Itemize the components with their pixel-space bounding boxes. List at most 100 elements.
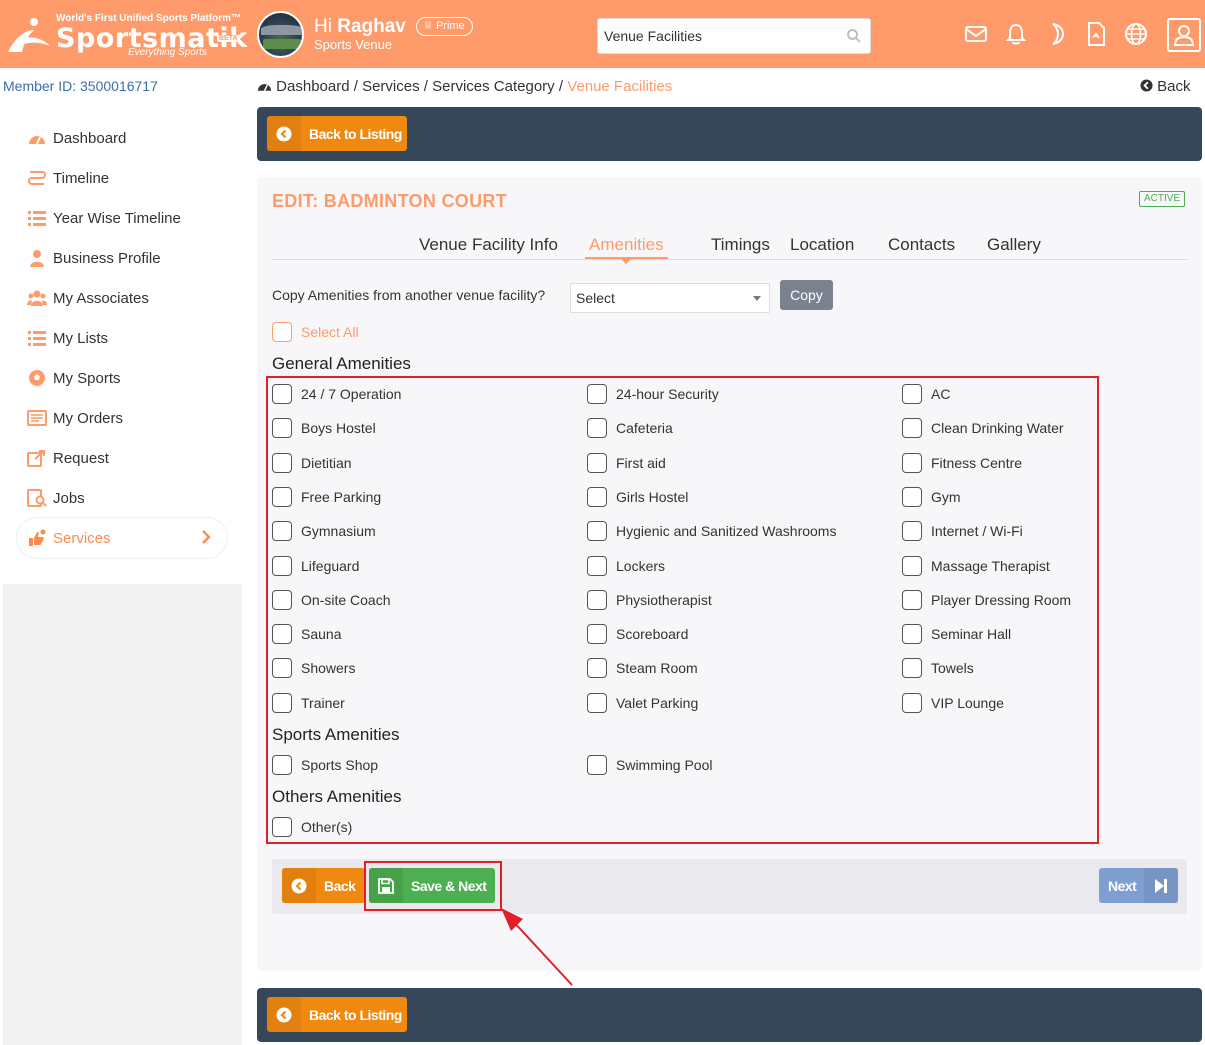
sidebar-item-request[interactable]: Request	[27, 446, 109, 470]
back-to-listing-button[interactable]: Back to Listing	[267, 997, 407, 1032]
sidebar-item-my-lists[interactable]: My Lists	[27, 326, 108, 350]
listing-bar-bottom: Back to Listing	[257, 988, 1202, 1042]
sidebar-item-label: Services	[53, 529, 111, 547]
circle-arrow-left-icon	[282, 868, 316, 903]
save-next-button[interactable]: Save & Next	[369, 868, 495, 903]
action-bar: Back Save & Next Next	[272, 859, 1187, 914]
sidebar-item-label: My Orders	[53, 409, 124, 427]
sidebar-item-label: Jobs	[53, 489, 85, 507]
save-icon	[369, 868, 403, 903]
listing-bar-top: Back to Listing	[257, 107, 1202, 161]
jobs-icon	[27, 489, 47, 507]
sidebar-item-label: Request	[53, 449, 109, 467]
sportsmatik-logo[interactable]: World's First Unified Sports Platform™ S…	[4, 10, 247, 60]
breadcrumb-dashboard[interactable]: Dashboard	[276, 78, 349, 95]
tab-bar: Venue Facility Info Amenities Timings Lo…	[272, 232, 1187, 264]
back-link-label: Back	[1157, 78, 1191, 95]
save-next-label: Save & Next	[411, 877, 487, 894]
tab-label: Venue Facility Info	[419, 235, 558, 254]
tab-location[interactable]: Location	[790, 235, 854, 255]
circle-arrow-left-icon	[267, 116, 301, 151]
sidebar-menu: Dashboard Timeline Year Wise Timeline Bu…	[3, 104, 242, 584]
tab-amenities[interactable]: Amenities	[585, 235, 668, 264]
top-header: World's First Unified Sports Platform™ S…	[0, 0, 1205, 68]
breadcrumb-current: Venue Facilities	[567, 78, 673, 95]
chevron-right-icon	[202, 530, 211, 544]
search-icon[interactable]	[846, 28, 862, 44]
search-input[interactable]	[598, 19, 838, 53]
pdf-icon[interactable]	[1083, 21, 1109, 47]
sidebar-item-my-sports[interactable]: My Sports	[27, 366, 121, 390]
annotation-arrow	[501, 908, 573, 986]
next-button[interactable]: Next	[1099, 868, 1178, 903]
back-button[interactable]: Back	[282, 868, 365, 903]
moon-icon[interactable]	[1043, 21, 1069, 47]
mail-icon[interactable]	[963, 21, 989, 47]
sidebar-item-dashboard[interactable]: Dashboard	[27, 126, 126, 150]
select-all-checkbox[interactable]	[272, 322, 292, 342]
select-all-label[interactable]: Select All	[301, 324, 359, 340]
brand-subtitle: Everything Sports	[128, 47, 207, 58]
tab-timings[interactable]: Timings	[711, 235, 770, 255]
circle-arrow-left-icon	[1140, 79, 1153, 92]
person-icon	[30, 250, 44, 267]
member-id: Member ID: 3500016717	[3, 78, 158, 94]
sidebar-item-my-associates[interactable]: My Associates	[27, 286, 149, 310]
bell-icon[interactable]	[1003, 21, 1029, 47]
sidebar-item-label: My Lists	[53, 329, 109, 347]
list-icon	[28, 331, 46, 346]
dashboard-icon	[257, 84, 272, 92]
sidebar-item-timeline[interactable]: Timeline	[27, 166, 109, 190]
general-amenities-heading: General Amenities	[272, 354, 411, 373]
dashboard-icon	[29, 136, 45, 145]
tab-gallery[interactable]: Gallery	[987, 235, 1041, 255]
breadcrumb-separator: /	[558, 78, 564, 95]
breadcrumb: Dashboard / Services / Services Category…	[257, 78, 672, 95]
copy-amenities-label: Copy Amenities from another venue facili…	[272, 287, 546, 303]
user-menu-button[interactable]	[1167, 18, 1201, 52]
next-button-label: Next	[1108, 877, 1137, 894]
sidebar-item-services[interactable]: Services	[17, 518, 227, 558]
request-icon	[27, 450, 45, 467]
sidebar: Dashboard Timeline Year Wise Timeline Bu…	[3, 104, 242, 1045]
tab-label: Contacts	[888, 235, 956, 254]
sidebar-item-label: My Associates	[53, 289, 149, 307]
copy-button[interactable]: Copy	[780, 280, 833, 310]
copy-facility-select[interactable]: Select	[570, 283, 770, 313]
tab-label: Amenities	[589, 235, 664, 254]
sidebar-item-year-wise-timeline[interactable]: Year Wise Timeline	[27, 206, 181, 230]
tab-contacts[interactable]: Contacts	[888, 235, 955, 255]
step-forward-icon	[1144, 868, 1178, 903]
back-button-label: Back	[324, 877, 356, 894]
edit-card: EDIT: BADMINTON COURT ACTIVE Venue Facil…	[257, 177, 1202, 971]
sidebar-item-label: My Sports	[53, 369, 121, 387]
prime-label: Prime	[435, 20, 465, 32]
tab-label: Location	[790, 235, 855, 254]
crown-icon: ♕	[423, 20, 433, 32]
logo-mark-icon	[8, 18, 50, 52]
sidebar-item-jobs[interactable]: Jobs	[27, 486, 85, 510]
services-icon	[29, 529, 46, 546]
highlight-box	[266, 376, 1099, 844]
sidebar-item-label: Business Profile	[53, 249, 161, 267]
breadcrumb-services[interactable]: Services	[362, 78, 420, 95]
ball-icon	[29, 370, 45, 386]
page-title: EDIT: BADMINTON COURT	[272, 191, 507, 211]
breadcrumb-services-category[interactable]: Services Category	[432, 78, 555, 95]
timeline-icon	[28, 171, 46, 185]
greeting-prefix: Hi	[314, 16, 332, 37]
sidebar-item-my-orders[interactable]: My Orders	[27, 406, 123, 430]
back-to-listing-button[interactable]: Back to Listing	[267, 116, 407, 151]
search-box	[597, 18, 871, 54]
circle-arrow-left-icon	[267, 997, 301, 1032]
user-name: Raghav	[337, 16, 406, 37]
avatar[interactable]	[257, 11, 304, 58]
chevron-down-icon	[753, 296, 761, 301]
tab-venue-facility-info[interactable]: Venue Facility Info	[419, 235, 558, 255]
sidebar-item-business-profile[interactable]: Business Profile	[27, 246, 161, 270]
breadcrumb-separator: /	[423, 78, 428, 95]
globe-icon[interactable]	[1123, 21, 1149, 47]
back-link[interactable]: Back	[1140, 78, 1191, 95]
orders-icon	[27, 410, 47, 426]
greeting: Hi Raghav	[314, 16, 406, 38]
